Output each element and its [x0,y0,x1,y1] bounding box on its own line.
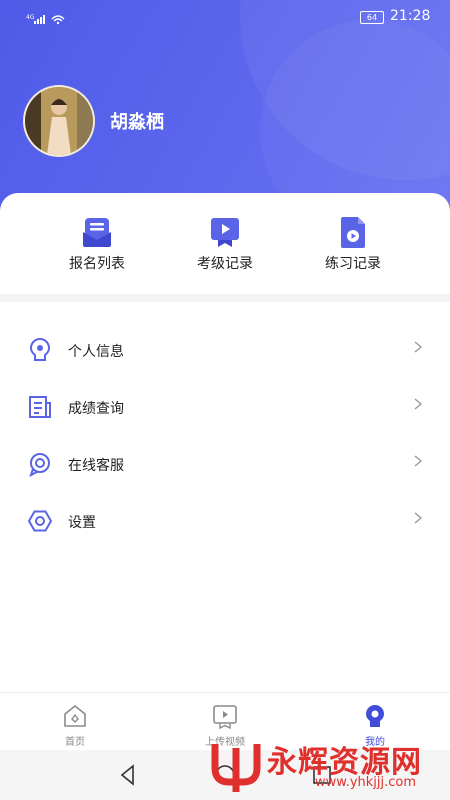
upload-video-icon [213,705,237,730]
signup-list-label: 报名列表 [69,256,125,272]
chevron-right-icon [414,398,423,410]
score-query-icon [29,396,51,418]
signal-icon: 4G [26,10,66,29]
exam-record-label: 考级记录 [197,256,253,272]
practice-record-icon [341,217,365,248]
menu-item-score-query[interactable]: 成绩查询 [0,379,450,436]
section-divider [0,294,450,302]
clock: 21:28 [390,8,431,24]
settings-icon [27,510,53,532]
back-icon[interactable] [116,763,140,787]
signup-list-icon [83,218,111,247]
menu-item-label: 设置 [68,515,96,531]
exam-record-icon [211,218,239,247]
menu-item-label: 个人信息 [68,344,124,360]
menu-item-user-info[interactable]: 个人信息 [0,322,450,379]
practice-record-label: 练习记录 [325,256,381,272]
tab-label: 首页 [65,737,85,748]
status-bar: 4G 64 21:28 [0,0,450,34]
menu-item-label: 在线客服 [68,458,124,474]
practice-record-button[interactable]: 练习记录 [298,215,408,273]
user-info-icon [29,337,51,361]
chevron-right-icon [414,341,423,353]
signup-list-button[interactable]: 报名列表 [42,215,152,273]
menu-item-label: 成绩查询 [68,401,124,417]
watermark: 永辉资源网 www.yhkjjj.com [205,735,450,800]
exam-record-button[interactable]: 考级记录 [170,215,280,273]
customer-service-icon [29,453,50,477]
mine-icon [366,705,384,727]
chevron-right-icon [414,512,423,524]
avatar[interactable] [23,85,95,157]
tab-home[interactable]: 首页 [0,693,150,751]
user-name: 胡淼栖 [110,112,164,133]
watermark-url: www.yhkjjj.com [315,775,417,790]
battery-indicator: 64 [360,11,384,24]
chevron-right-icon [414,455,423,467]
menu-item-customer-service[interactable]: 在线客服 [0,436,450,493]
menu-item-settings[interactable]: 设置 [0,493,450,550]
watermark-logo-icon [211,744,261,792]
home-icon [64,704,86,727]
network-label: 4G [26,14,35,21]
